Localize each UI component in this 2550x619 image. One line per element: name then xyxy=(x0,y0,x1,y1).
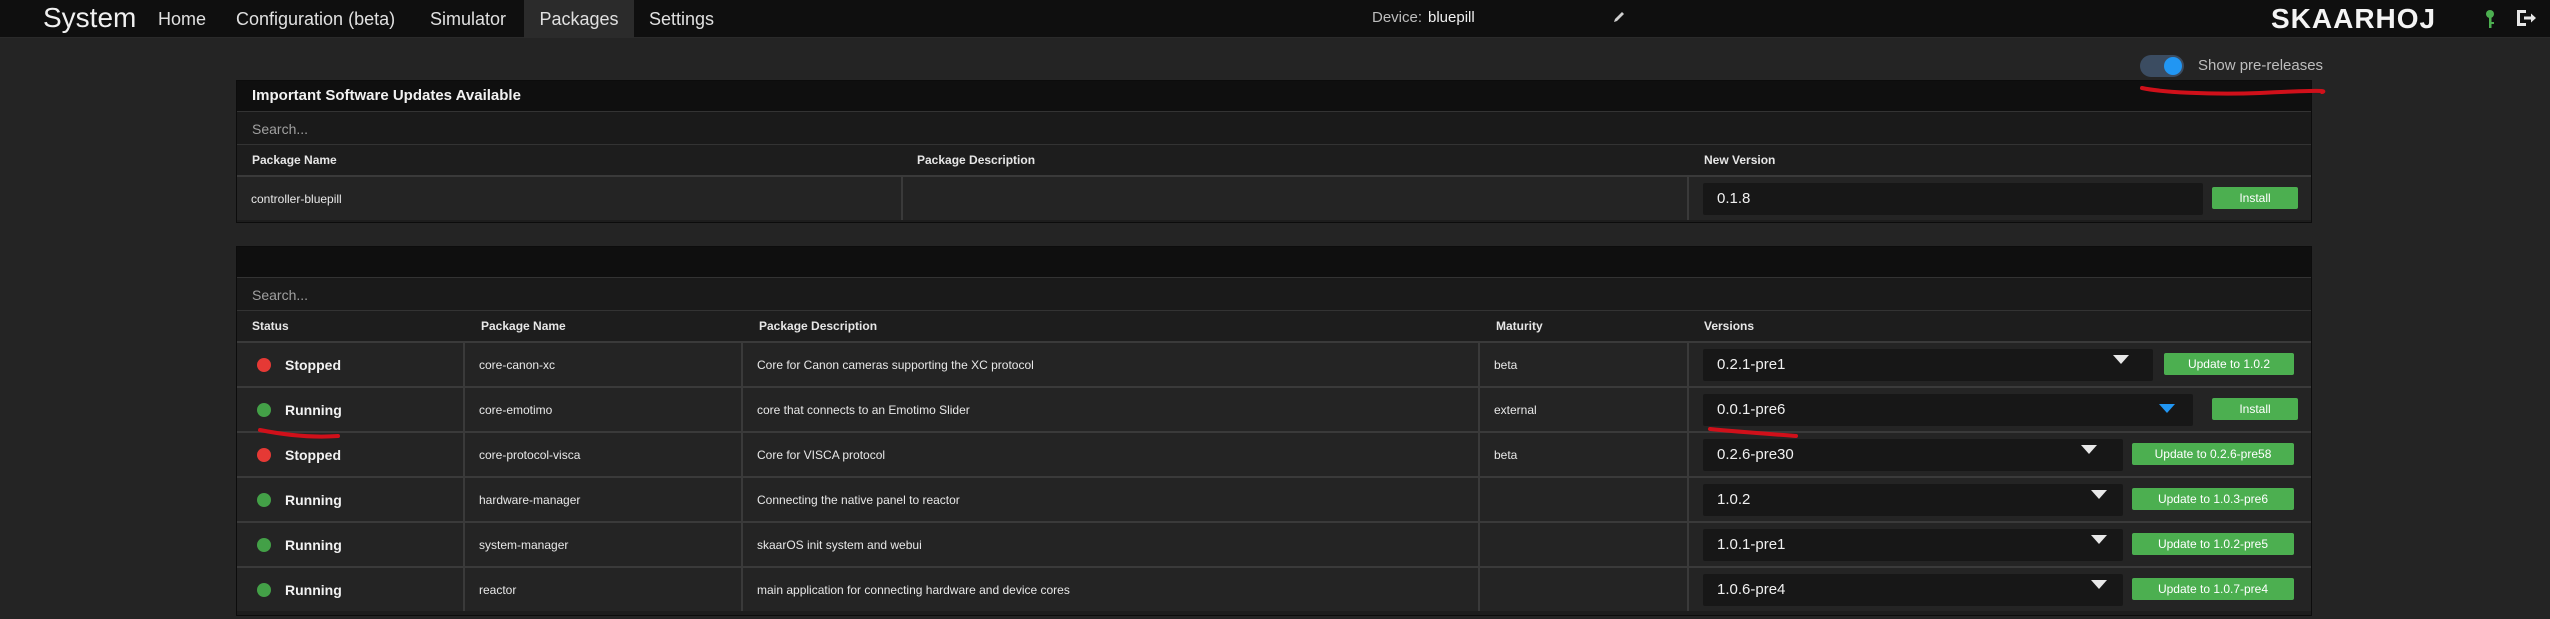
status-dot xyxy=(257,538,271,552)
brand-title: System xyxy=(43,2,137,33)
packages-panel: Search... Status Package Name Package De… xyxy=(236,246,2312,616)
maturity: beta xyxy=(1494,448,1518,462)
table-row: Running system-manager skaarOS init syst… xyxy=(237,521,2311,566)
device-label: Device: xyxy=(1372,9,1423,26)
status-text: Running xyxy=(285,537,342,553)
status-text: Stopped xyxy=(285,357,341,373)
package-description: main application for connecting hardware… xyxy=(757,583,1070,597)
header-package-name: Package Name xyxy=(252,153,337,167)
header-maturity: Maturity xyxy=(1496,319,1543,333)
header-package-name: Package Name xyxy=(481,319,566,333)
pencil-icon[interactable] xyxy=(1612,10,1626,24)
logout-icon[interactable] xyxy=(2515,8,2537,28)
package-name: core-canon-xc xyxy=(479,358,556,372)
version-select[interactable]: 1.0.2 xyxy=(1703,484,2123,516)
table-row: Stopped core-protocol-visca Core for VIS… xyxy=(237,431,2311,476)
nav-simulator[interactable]: Simulator xyxy=(430,0,506,38)
chevron-down-icon[interactable] xyxy=(2159,404,2175,413)
chevron-down-icon[interactable] xyxy=(2081,445,2097,454)
package-description: skaarOS init system and webui xyxy=(757,538,922,552)
maturity: external xyxy=(1494,403,1537,417)
status-text: Running xyxy=(285,402,342,418)
update-button[interactable]: Update to 1.0.3-pre6 xyxy=(2132,488,2294,510)
status-dot xyxy=(257,493,271,507)
key-icon[interactable] xyxy=(2484,9,2496,29)
header-package-description: Package Description xyxy=(759,319,878,333)
table-row: Running hardware-manager Connecting the … xyxy=(237,476,2311,521)
package-description: Connecting the native panel to reactor xyxy=(757,493,960,507)
install-button[interactable]: Install xyxy=(2212,187,2298,209)
update-button[interactable]: Update to 1.0.2 xyxy=(2164,353,2294,375)
version-select[interactable]: 0.2.1-pre1 xyxy=(1703,349,2153,381)
nav-settings[interactable]: Settings xyxy=(649,0,714,38)
package-name: hardware-manager xyxy=(479,493,581,507)
prerelease-toggle[interactable] xyxy=(2140,55,2184,77)
package-name: core-emotimo xyxy=(479,403,553,417)
header-status: Status xyxy=(252,319,289,333)
header-new-version: New Version xyxy=(1704,153,1776,167)
chevron-down-icon[interactable] xyxy=(2091,535,2107,544)
package-name: controller-bluepill xyxy=(251,192,342,206)
device-name: bluepill xyxy=(1428,9,1475,26)
package-name: reactor xyxy=(479,583,517,597)
package-name: core-protocol-visca xyxy=(479,448,581,462)
status-dot xyxy=(257,583,271,597)
toggle-knob xyxy=(2164,57,2182,75)
packages-header-row: Status Package Name Package Description … xyxy=(237,311,2311,341)
status-text: Running xyxy=(285,582,342,598)
prerelease-label: Show pre-releases xyxy=(2198,57,2324,74)
updates-search-input[interactable]: Search... xyxy=(237,111,2311,145)
package-description: core that connects to an Emotimo Slider xyxy=(757,403,970,417)
version-select[interactable]: 1.0.6-pre4 xyxy=(1703,574,2123,606)
chevron-down-icon[interactable] xyxy=(2091,490,2107,499)
table-row: controller-bluepill 0.1.8 Install xyxy=(237,175,2311,220)
version-select[interactable]: 1.0.1-pre1 xyxy=(1703,529,2123,561)
version-select[interactable]: 0.2.6-pre30 xyxy=(1703,439,2123,471)
updates-header-row: Package Name Package Description New Ver… xyxy=(237,145,2311,175)
nav-configuration[interactable]: Configuration (beta) xyxy=(236,0,395,38)
top-nav: System Home Configuration (beta) Simulat… xyxy=(0,0,2550,38)
header-versions: Versions xyxy=(1704,319,1755,333)
package-description: Core for Canon cameras supporting the XC… xyxy=(757,358,1034,372)
package-name: system-manager xyxy=(479,538,569,552)
packages-search-input[interactable]: Search... xyxy=(237,277,2311,311)
status-dot xyxy=(257,403,271,417)
update-button[interactable]: Update to 1.0.2-pre5 xyxy=(2132,533,2294,555)
packages-title xyxy=(237,247,2311,277)
status-dot xyxy=(257,448,271,462)
table-row: Stopped core-canon-xc Core for Canon cam… xyxy=(237,341,2311,386)
status-text: Stopped xyxy=(285,447,341,463)
status-text: Running xyxy=(285,492,342,508)
updates-title: Important Software Updates Available xyxy=(237,81,2311,111)
nav-packages[interactable]: Packages xyxy=(524,0,634,38)
maturity: beta xyxy=(1494,358,1518,372)
table-row: Running reactor main application for con… xyxy=(237,566,2311,611)
package-description: Core for VISCA protocol xyxy=(757,448,886,462)
version-select[interactable]: 0.0.1-pre6 xyxy=(1703,394,2193,426)
chevron-down-icon[interactable] xyxy=(2113,355,2129,364)
nav-home[interactable]: Home xyxy=(158,0,206,38)
header-package-description: Package Description xyxy=(917,153,1036,167)
skaarhoj-logo: SKAARHOJ xyxy=(2271,3,2437,34)
install-button[interactable]: Install xyxy=(2212,398,2298,420)
update-button[interactable]: Update to 0.2.6-pre58 xyxy=(2132,443,2294,465)
updates-panel: Important Software Updates Available Sea… xyxy=(236,80,2312,223)
status-dot xyxy=(257,358,271,372)
update-button[interactable]: Update to 1.0.7-pre4 xyxy=(2132,578,2294,600)
version-select[interactable]: 0.1.8 xyxy=(1703,183,2203,215)
chevron-down-icon[interactable] xyxy=(2091,580,2107,589)
table-row: Running core-emotimo core that connects … xyxy=(237,386,2311,431)
